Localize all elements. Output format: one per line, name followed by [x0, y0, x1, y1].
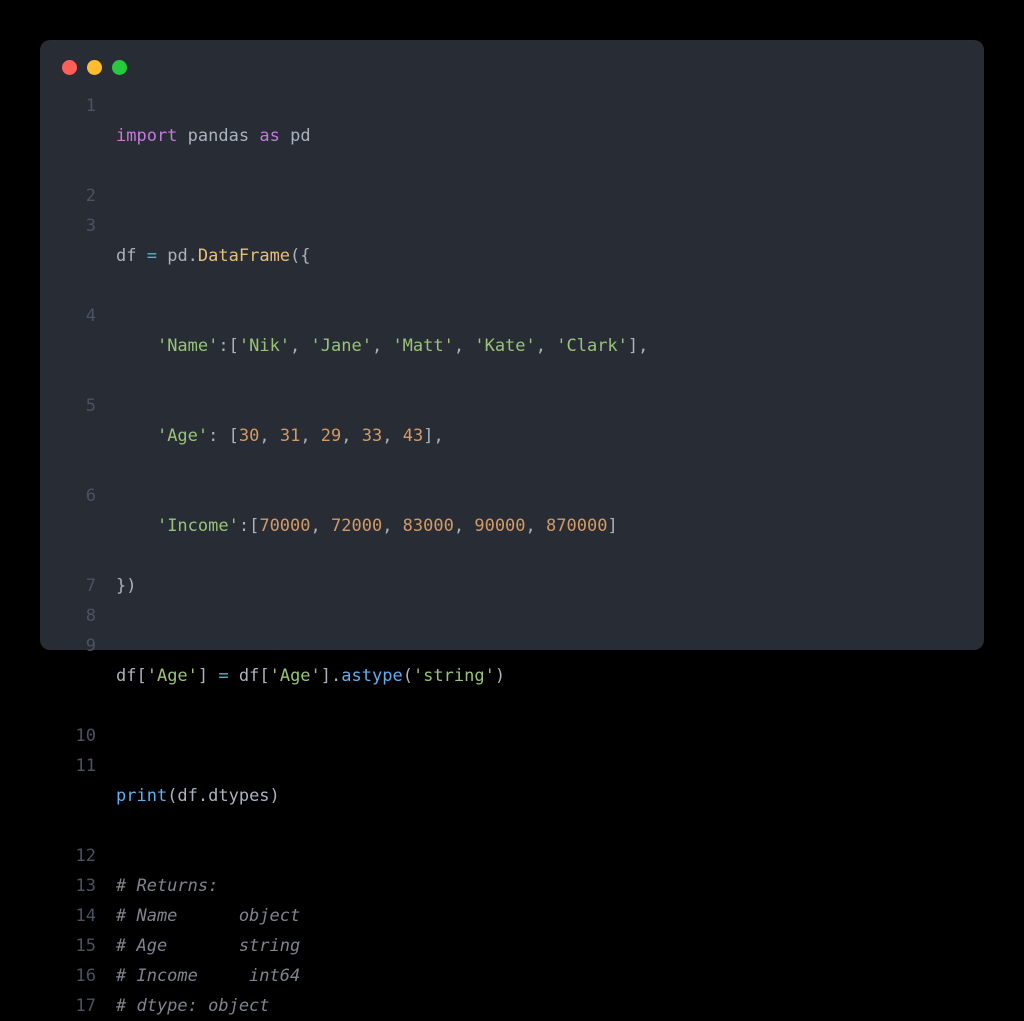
alias-pd: pd [290, 126, 310, 146]
method-astype: astype [341, 666, 402, 686]
comment: # dtype: object [116, 991, 270, 1021]
comment: # Age string [116, 931, 300, 961]
line-number: 9 [62, 631, 116, 721]
code-line: 1 import pandas as pd [62, 91, 984, 181]
code-line: 8 [62, 601, 984, 631]
builtin-print: print [116, 786, 167, 806]
code-line: 9 df['Age'] = df['Age'].astype('string') [62, 631, 984, 721]
comment: # Income int64 [116, 961, 300, 991]
code-line: 17 # dtype: object [62, 991, 984, 1021]
line-number: 4 [62, 301, 116, 391]
module-pandas: pandas [188, 126, 249, 146]
line-number: 5 [62, 391, 116, 481]
line-number: 12 [62, 841, 116, 871]
line-number: 13 [62, 871, 116, 901]
code-line: 16 # Income int64 [62, 961, 984, 991]
comment: # Returns: [116, 871, 218, 901]
code-editor: 1 import pandas as pd 2 3 df = pd.DataFr… [40, 91, 984, 1021]
code-line: 15 # Age string [62, 931, 984, 961]
code-line: 7 }) [62, 571, 984, 601]
line-number: 3 [62, 211, 116, 301]
close-icon[interactable] [62, 60, 77, 75]
code-window: 1 import pandas as pd 2 3 df = pd.DataFr… [40, 40, 984, 650]
keyword-as: as [259, 126, 279, 146]
code-line: 4 'Name':['Nik', 'Jane', 'Matt', 'Kate',… [62, 301, 984, 391]
comment: # Name object [116, 901, 300, 931]
line-number: 1 [62, 91, 116, 181]
line-number: 8 [62, 601, 116, 631]
class-dataframe: DataFrame [198, 246, 290, 266]
line-number: 10 [62, 721, 116, 751]
code-line: 3 df = pd.DataFrame({ [62, 211, 984, 301]
line-number: 2 [62, 181, 116, 211]
code-line: 11 print(df.dtypes) [62, 751, 984, 841]
code-line: 5 'Age': [30, 31, 29, 33, 43], [62, 391, 984, 481]
line-number: 6 [62, 481, 116, 571]
minimize-icon[interactable] [87, 60, 102, 75]
code-line: 13 # Returns: [62, 871, 984, 901]
code-line: 14 # Name object [62, 901, 984, 931]
code-line: 12 [62, 841, 984, 871]
zoom-icon[interactable] [112, 60, 127, 75]
line-number: 7 [62, 571, 116, 601]
code-line: 6 'Income':[70000, 72000, 83000, 90000, … [62, 481, 984, 571]
line-number: 16 [62, 961, 116, 991]
code-line: 2 [62, 181, 984, 211]
window-controls [40, 60, 984, 91]
line-number: 17 [62, 991, 116, 1021]
keyword-import: import [116, 126, 177, 146]
line-number: 14 [62, 901, 116, 931]
code-line: 10 [62, 721, 984, 751]
line-number: 15 [62, 931, 116, 961]
line-number: 11 [62, 751, 116, 841]
